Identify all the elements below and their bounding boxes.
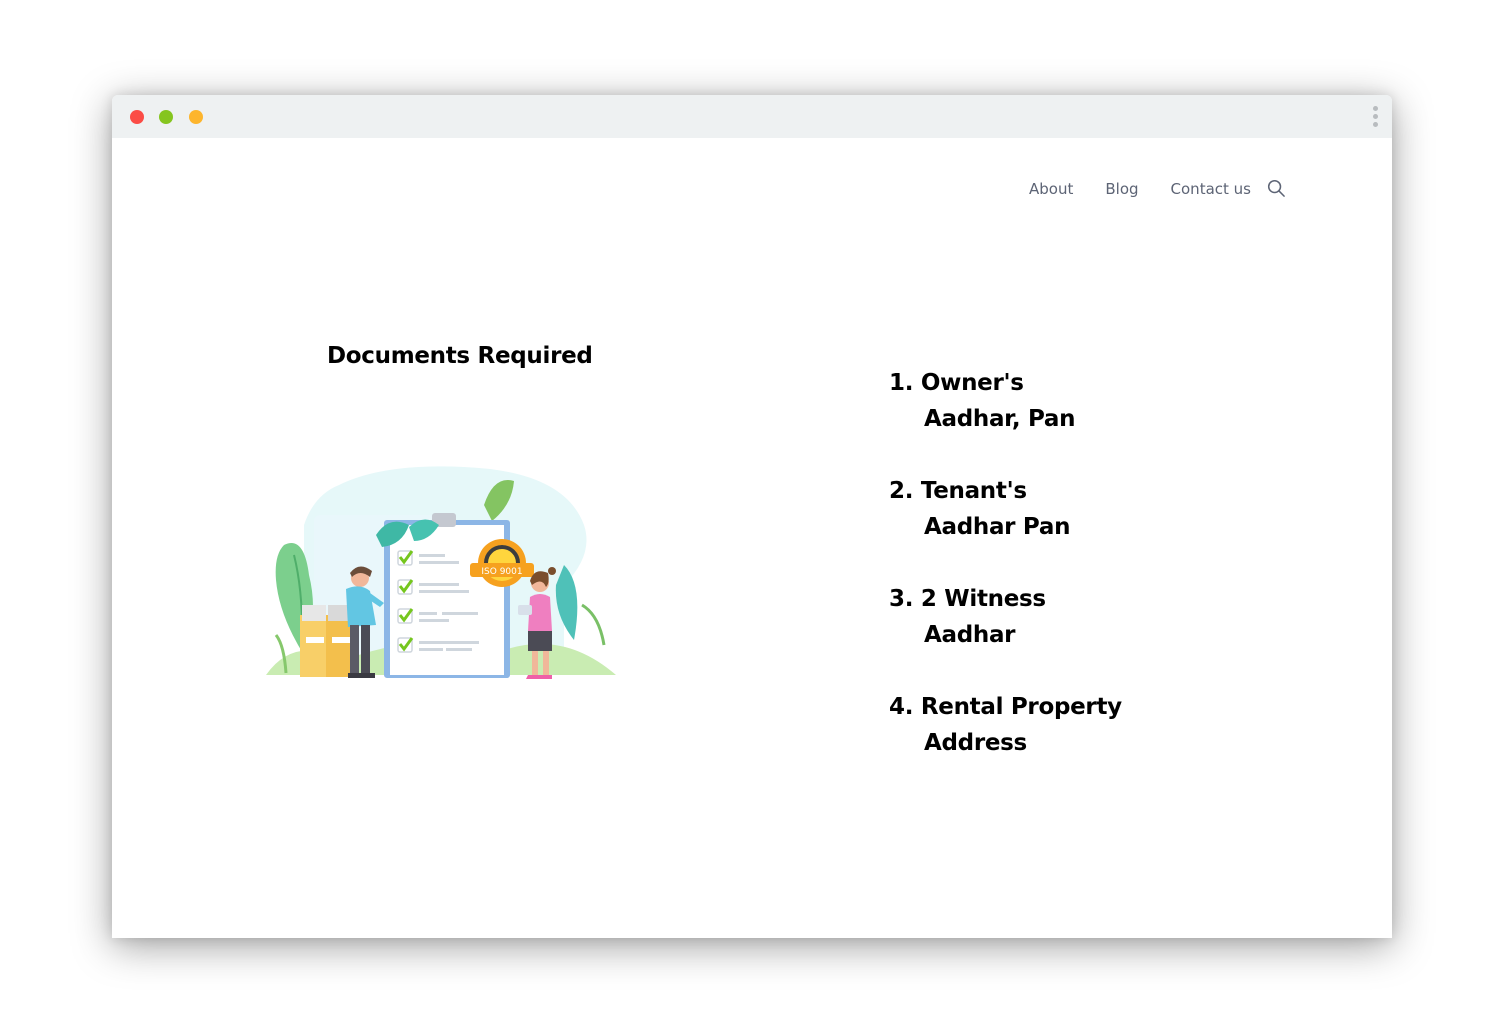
nav-blog-link[interactable]: Blog [1105,180,1138,198]
top-nav: About Blog Contact us [1029,179,1286,198]
close-dot[interactable] [130,110,144,124]
browser-window: About Blog Contact us Documents Required [112,95,1392,938]
list-item-title: 2 Witness [920,586,1046,612]
list-item: 2. Tenant's Aadhar Pan [889,473,1122,581]
list-item-detail: Aadhar [924,622,1016,648]
list-item-number: 2. [889,478,914,504]
search-icon[interactable] [1267,179,1286,198]
list-item-detail: Aadhar, Pan [924,406,1076,432]
list-item-number: 3. [889,586,914,612]
list-item: 3. 2 Witness Aadhar [889,581,1122,689]
list-item-title: Tenant's [920,478,1027,504]
documents-list: 1. Owner's Aadhar, Pan 2. Tenant's Aadha… [889,365,1122,797]
minimize-dot[interactable] [159,110,173,124]
list-item-title: Owner's [920,370,1024,396]
list-item-number: 4. [889,694,914,720]
list-item-detail: Aadhar Pan [924,514,1071,540]
list-item-detail: Address [924,730,1027,756]
title-bar [112,95,1392,138]
page-heading: Documents Required [327,343,593,369]
list-item-number: 1. [889,370,914,396]
list-item: 4. Rental Property Address [889,689,1122,797]
list-item-title: Rental Property [920,694,1122,720]
nav-about-link[interactable]: About [1029,180,1073,198]
kebab-menu-icon[interactable] [1371,106,1379,130]
nav-contact-link[interactable]: Contact us [1171,180,1251,198]
iso-badge-text: ISO 9001 [481,567,522,577]
checklist-illustration: ISO 9001 [266,466,616,679]
maximize-dot[interactable] [189,110,203,124]
list-item: 1. Owner's Aadhar, Pan [889,365,1122,473]
